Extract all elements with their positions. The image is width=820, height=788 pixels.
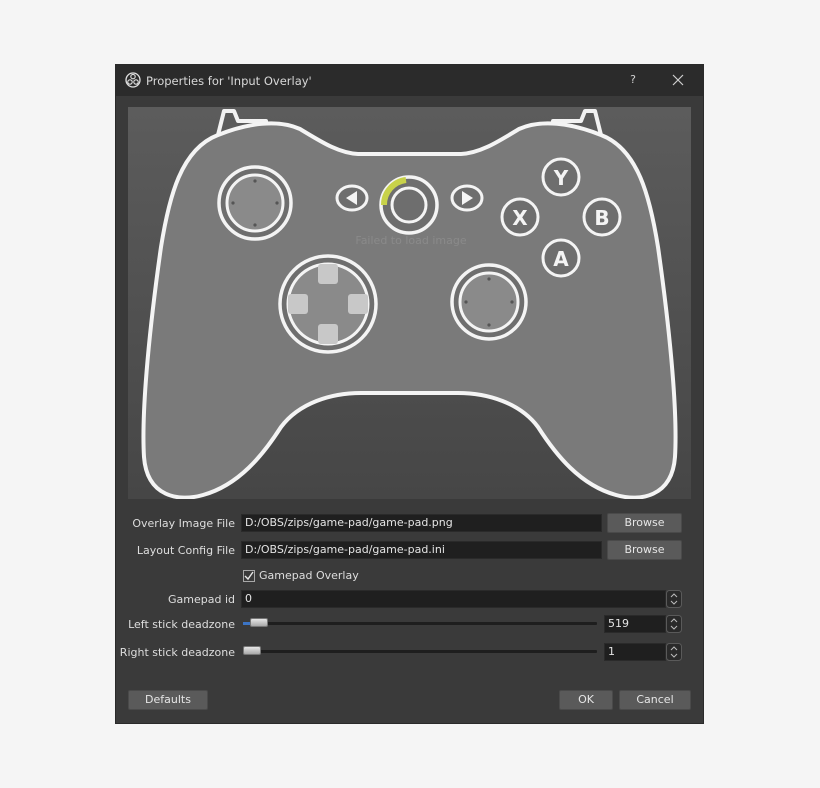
checkmark-icon — [244, 571, 254, 581]
face-button-x: X — [500, 197, 540, 237]
layout-config-browse-button[interactable]: Browse — [607, 540, 682, 560]
face-button-b: B — [582, 197, 622, 237]
overlay-image-label: Overlay Image File — [132, 517, 235, 530]
properties-dialog: Properties for 'Input Overlay' ? Y X B A… — [116, 65, 703, 723]
left-deadzone-slider[interactable] — [243, 618, 597, 627]
gamepad-preview-image: Y X B A Failed to load image — [128, 107, 691, 499]
face-button-a: A — [541, 238, 581, 278]
gamepad-id-label: Gamepad id — [168, 593, 235, 606]
back-button — [335, 184, 369, 212]
gamepad-overlay-label[interactable]: Gamepad Overlay — [259, 569, 359, 582]
left-deadzone-spinner[interactable] — [666, 615, 682, 633]
close-icon[interactable] — [669, 71, 687, 89]
gamepad-id-field[interactable]: 0 — [241, 590, 666, 608]
gamepad-overlay-checkbox[interactable] — [243, 570, 255, 582]
overlay-image-field[interactable]: D:/OBS/zips/game-pad/game-pad.png — [241, 514, 602, 532]
title-bar[interactable]: Properties for 'Input Overlay' ? — [116, 65, 703, 96]
left-deadzone-slider-handle[interactable] — [250, 618, 268, 627]
d-pad — [278, 254, 378, 354]
right-deadzone-spinner[interactable] — [666, 643, 682, 661]
gamepad-id-spinner[interactable] — [666, 590, 682, 608]
defaults-button[interactable]: Defaults — [128, 690, 208, 710]
left-stick — [217, 165, 293, 241]
right-deadzone-slider[interactable] — [243, 646, 597, 655]
preview-status-text: Failed to load image — [355, 234, 466, 247]
face-label-y: Y — [553, 166, 569, 190]
face-label-b: B — [594, 206, 609, 230]
face-label-x: X — [512, 206, 528, 230]
right-stick — [450, 263, 528, 341]
source-preview: Y X B A Failed to load image — [128, 107, 691, 499]
right-deadzone-field[interactable]: 1 — [604, 643, 666, 661]
window-title: Properties for 'Input Overlay' — [146, 74, 312, 88]
layout-config-field[interactable]: D:/OBS/zips/game-pad/game-pad.ini — [241, 541, 602, 559]
right-deadzone-label: Right stick deadzone — [119, 646, 235, 659]
face-label-a: A — [553, 247, 569, 271]
ok-button[interactable]: OK — [559, 690, 613, 710]
help-button[interactable]: ? — [626, 73, 640, 87]
obs-logo-icon — [125, 72, 141, 88]
cancel-button[interactable]: Cancel — [619, 690, 691, 710]
layout-config-label: Layout Config File — [136, 544, 235, 557]
left-deadzone-label: Left stick deadzone — [128, 618, 235, 631]
start-button — [450, 184, 484, 212]
right-deadzone-slider-handle[interactable] — [243, 646, 261, 655]
overlay-image-browse-button[interactable]: Browse — [607, 513, 682, 533]
face-button-y: Y — [541, 157, 581, 197]
left-deadzone-field[interactable]: 519 — [604, 615, 666, 633]
guide-button — [379, 175, 439, 235]
